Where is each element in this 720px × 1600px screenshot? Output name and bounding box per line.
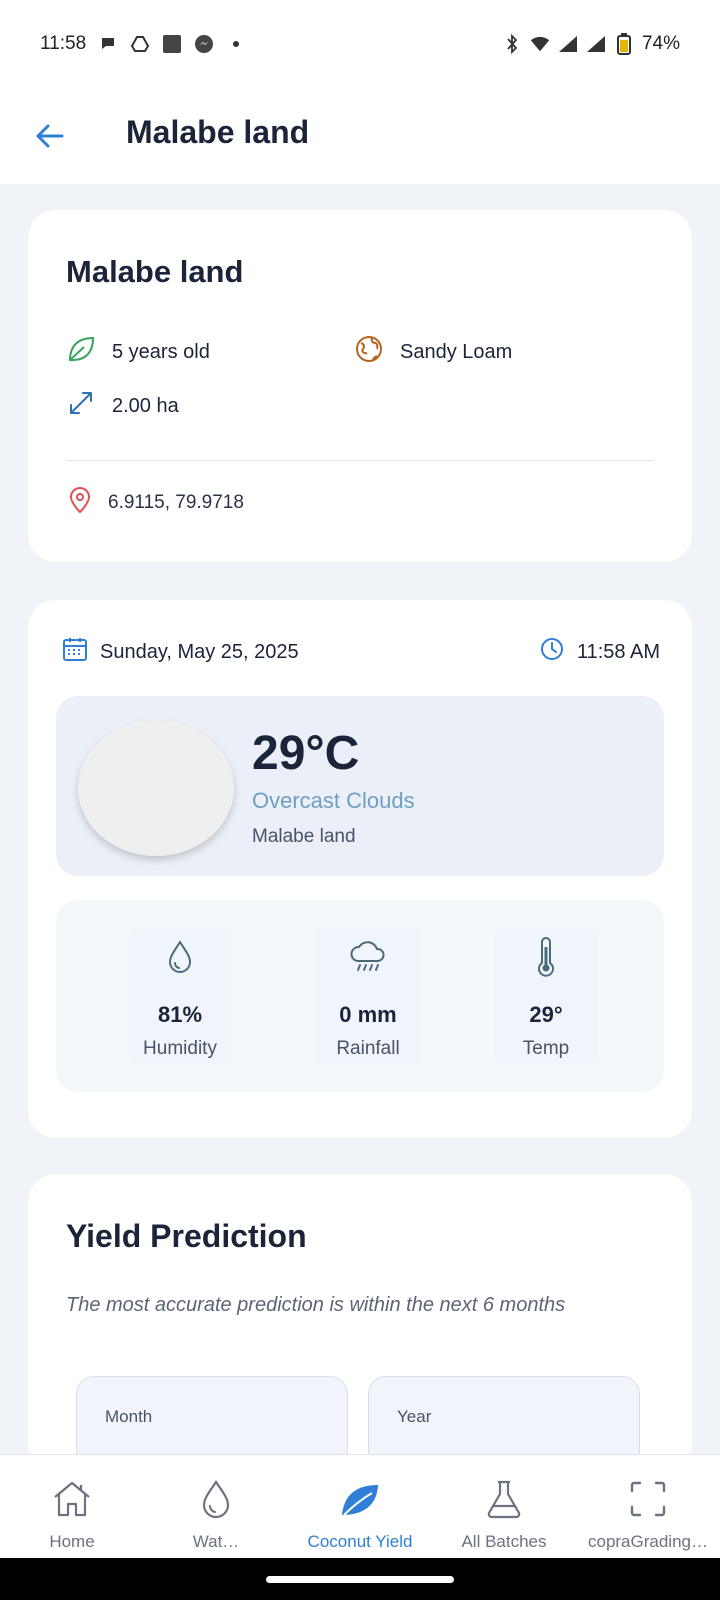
battery-icon	[614, 33, 634, 55]
date-text: Sunday, May 25, 2025	[100, 640, 299, 663]
coordinates-text: 6.9115, 79.9718	[108, 492, 244, 513]
page-title: Malabe land	[126, 114, 310, 150]
leaf-icon	[338, 1479, 382, 1524]
status-time: 11:58	[40, 33, 87, 54]
nav-home[interactable]: Home	[0, 1455, 144, 1558]
weather-time: 11:58 AM	[539, 636, 660, 668]
weather-location: Malabe land	[252, 826, 356, 847]
nav-all-batches[interactable]: All Batches	[432, 1455, 576, 1558]
temp-label: Temp	[522, 1038, 570, 1059]
signal-icon	[558, 34, 578, 54]
leaf-icon	[66, 334, 96, 370]
home-icon	[51, 1479, 93, 1524]
yield-note: The most accurate prediction is within t…	[66, 1294, 566, 1316]
messenger-icon	[194, 34, 214, 54]
app-bar: Malabe land	[0, 88, 720, 184]
nav-all-batches-label: All Batches	[461, 1532, 547, 1551]
flask-icon	[484, 1479, 524, 1524]
rainfall-value: 0 mm	[339, 1002, 397, 1027]
scan-icon	[628, 1479, 668, 1524]
home-gesture-handle[interactable]	[266, 1576, 454, 1583]
clock-icon	[539, 636, 565, 668]
chat-bubble-icon	[98, 34, 118, 54]
app-square-icon	[162, 34, 182, 54]
nav-coconut-yield-label: Coconut Yield	[307, 1532, 413, 1551]
current-weather: 29°C Overcast Clouds Malabe land	[56, 696, 664, 876]
bluetooth-icon	[502, 34, 522, 54]
temp-value: 29°	[529, 1002, 563, 1027]
land-title: Malabe land	[66, 254, 244, 289]
yield-title: Yield Prediction	[66, 1218, 307, 1254]
year-label: Year	[397, 1407, 432, 1426]
drive-icon	[130, 34, 150, 54]
stat-humidity: 81% Humidity	[128, 928, 232, 1064]
nav-coconut-yield[interactable]: Coconut Yield	[288, 1455, 432, 1558]
rainfall-label: Rainfall	[336, 1038, 400, 1059]
expand-arrows-icon	[66, 388, 96, 424]
land-info-card: Malabe land 5 years old Sandy Loam 2.00 …	[28, 210, 692, 562]
rain-cloud-icon	[348, 934, 388, 980]
nav-water-label: Wat…	[192, 1532, 240, 1551]
land-area-text: 2.00 ha	[112, 394, 179, 417]
signal-icon-2	[586, 34, 606, 54]
weather-description: Overcast Clouds	[252, 788, 415, 813]
status-bar: 11:58 74%	[0, 0, 720, 88]
yield-prediction-card: Yield Prediction The most accurate predi…	[28, 1174, 692, 1486]
back-button[interactable]	[30, 116, 70, 156]
wifi-icon	[530, 34, 550, 54]
system-gesture-bar	[0, 1558, 720, 1600]
land-soil-text: Sandy Loam	[400, 340, 513, 363]
land-coordinates: 6.9115, 79.9718	[68, 486, 244, 520]
nav-water[interactable]: Wat…	[144, 1455, 288, 1558]
bottom-navigation: Home Wat… Coconut Yield All Batches copr…	[0, 1454, 720, 1558]
location-pin-icon	[68, 486, 92, 520]
divider	[66, 460, 654, 461]
land-age: 5 years old	[66, 334, 210, 370]
droplet-icon	[166, 934, 194, 980]
calendar-icon	[62, 636, 88, 668]
weather-icon-placeholder	[78, 720, 234, 856]
temperature: 29°C	[252, 727, 360, 780]
globe-icon	[354, 334, 384, 370]
humidity-value: 81%	[157, 1002, 203, 1027]
stat-temp: 29° Temp	[494, 928, 598, 1064]
nav-copra-grading-label: copraGrading…	[587, 1532, 708, 1551]
water-drop-icon	[200, 1479, 232, 1524]
stat-rainfall: 0 mm Rainfall	[316, 928, 420, 1064]
land-soil: Sandy Loam	[354, 334, 512, 370]
humidity-label: Humidity	[143, 1038, 217, 1059]
weather-card: Sunday, May 25, 2025 11:58 AM 29°C Overc…	[28, 600, 692, 1138]
nav-copra-grading[interactable]: copraGrading…	[576, 1455, 720, 1558]
nav-home-label: Home	[49, 1532, 95, 1551]
more-dot-icon	[226, 34, 246, 54]
month-label: Month	[105, 1407, 153, 1426]
arrow-left-icon	[36, 124, 64, 148]
land-area: 2.00 ha	[66, 388, 179, 424]
time-text: 11:58 AM	[576, 640, 660, 663]
weather-date: Sunday, May 25, 2025	[62, 636, 299, 668]
battery-percent: 74%	[641, 33, 680, 54]
thermometer-icon	[536, 934, 556, 980]
weather-stats: 81% Humidity 0 mm Rainfall 29° Temp	[56, 900, 664, 1092]
land-age-text: 5 years old	[112, 340, 210, 363]
